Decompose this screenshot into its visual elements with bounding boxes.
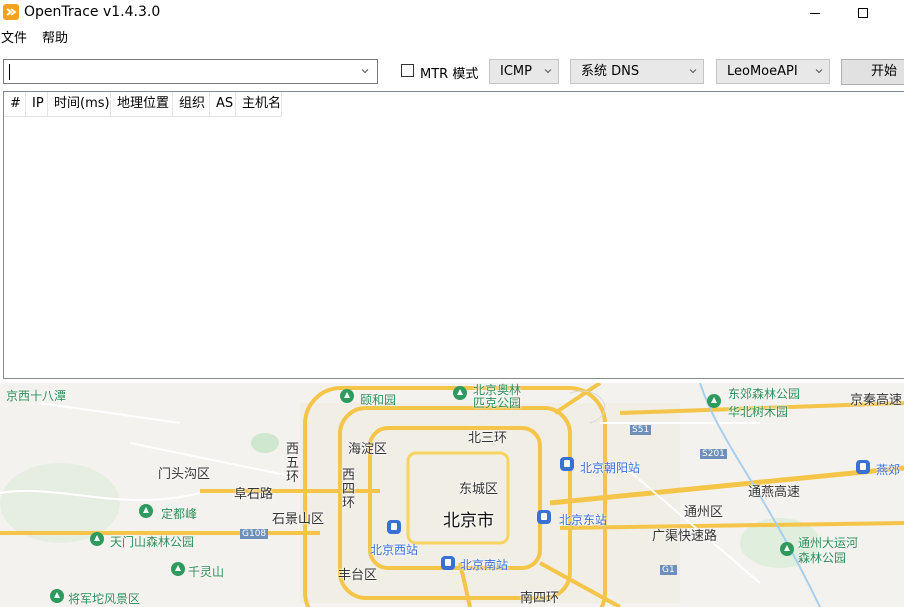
park-pin-icon[interactable]: [138, 503, 154, 521]
title-bar: OpenTrace v1.4.3.0: [0, 0, 904, 28]
map-label-north-third-ring: 北三环: [468, 431, 508, 446]
park-pin-icon[interactable]: [49, 588, 65, 606]
map-label-beijing-city: 北京市: [443, 511, 494, 531]
park-pin-icon[interactable]: [452, 385, 468, 403]
map-label-tongzhou: 通州区: [684, 505, 724, 520]
map-label-dongjiao-park: 东郊森林公园: [728, 387, 801, 401]
mtr-mode-checkbox[interactable]: [401, 64, 414, 77]
chevron-down-icon: [689, 67, 697, 75]
map-label-qianlingshan: 千灵山: [188, 565, 225, 579]
map-label-west-fourth-ring: 西四环: [342, 468, 356, 511]
geo-api-select[interactable]: LeoMoeAPI: [716, 59, 830, 84]
map-label-fengtai: 丰台区: [338, 568, 378, 583]
map-label-s201: S201: [700, 449, 727, 459]
map-label-dongcheng: 东城区: [459, 482, 499, 497]
mtr-mode-label[interactable]: MTR 模式: [420, 63, 478, 82]
map-label-shijingshan: 石景山区: [272, 512, 325, 527]
map-label-yiheyuan: 颐和园: [360, 393, 397, 407]
station-pin-icon[interactable]: [536, 509, 552, 527]
map-label-mentougou: 门头沟区: [158, 467, 211, 482]
map-label-east-station: 北京东站: [559, 513, 608, 527]
park-pin-icon[interactable]: [706, 393, 722, 411]
park-pin-icon[interactable]: [89, 531, 105, 549]
map-label-haidian: 海淀区: [348, 442, 388, 457]
map-label-south-station: 北京南站: [460, 558, 509, 572]
window-title: OpenTrace v1.4.3.0: [24, 4, 161, 20]
column-header-as[interactable]: AS: [210, 92, 236, 117]
map-label-tongyan-expressway: 通燕高速: [748, 485, 801, 500]
column-header-location[interactable]: 地理位置: [111, 92, 173, 117]
map-label-g108: G108: [240, 529, 269, 539]
chevron-down-icon[interactable]: [361, 67, 369, 75]
minimize-icon: [810, 12, 820, 14]
dns-value: 系统 DNS: [581, 64, 640, 79]
column-header-hostname[interactable]: 主机名: [236, 92, 282, 117]
map-label-west-station: 北京西站: [370, 543, 419, 557]
map-label-yanjiao: 燕郊: [876, 463, 901, 477]
map-label-south-fourth-ring: 南四环: [520, 591, 560, 606]
table-header: # IP 时间(ms) 地理位置 组织 AS 主机名: [4, 92, 282, 117]
map-label-west-fifth-ring: 西五环: [286, 442, 300, 485]
park-pin-icon[interactable]: [339, 388, 355, 406]
map-label-olympic-park: 北京奥林匹克公园: [473, 383, 522, 410]
map-label-chaoyang-station: 北京朝阳站: [580, 461, 641, 475]
station-pin-icon[interactable]: [855, 459, 871, 477]
map-label-jiangjun-scenic: 将军坨风景区: [68, 592, 141, 606]
chevron-down-icon: [544, 67, 552, 75]
text-cursor: [9, 64, 10, 80]
menu-help[interactable]: 帮助: [41, 30, 68, 50]
map-label-dingdufeng: 定都峰: [161, 507, 198, 521]
minimize-button[interactable]: [792, 0, 838, 26]
map-label-fushi-road: 阜石路: [234, 487, 274, 502]
chevron-down-icon: [815, 67, 823, 75]
map-label-tianmenshan-park: 天门山森林公园: [110, 535, 195, 549]
column-header-hop[interactable]: #: [4, 92, 26, 117]
park-pin-icon[interactable]: [779, 541, 795, 559]
column-header-ip[interactable]: IP: [26, 92, 48, 117]
station-pin-icon[interactable]: [440, 555, 456, 573]
start-button[interactable]: 开始: [841, 59, 904, 85]
protocol-value: ICMP: [500, 64, 532, 79]
column-header-org[interactable]: 组织: [173, 92, 210, 117]
station-pin-icon[interactable]: [559, 456, 575, 474]
route-map[interactable]: 京西十八潭 颐和园 北京奥林匹克公园 东郊森林公园 华北树木园 京秦高速 海淀区…: [0, 383, 904, 607]
geo-api-value: LeoMoeAPI: [727, 64, 798, 79]
map-label-huabei-arboretum: 华北树木园: [728, 405, 789, 419]
column-header-time[interactable]: 时间(ms): [48, 92, 111, 117]
menu-bar: 文件 帮助: [0, 30, 82, 50]
target-input[interactable]: [3, 59, 378, 84]
app-logo-icon: [3, 4, 19, 20]
dns-select[interactable]: 系统 DNS: [570, 59, 704, 84]
map-label-s51: S51: [630, 425, 652, 435]
map-label-grand-canal-park: 通州大运河森林公园: [798, 536, 859, 565]
map-label-g1: G1: [660, 565, 677, 575]
map-label-jingqin-expressway: 京秦高速: [850, 393, 903, 408]
maximize-button[interactable]: [840, 0, 886, 26]
menu-file[interactable]: 文件: [0, 30, 27, 50]
trace-results-table[interactable]: # IP 时间(ms) 地理位置 组织 AS 主机名: [3, 91, 904, 379]
station-pin-icon[interactable]: [386, 519, 402, 537]
maximize-icon: [858, 8, 868, 18]
park-pin-icon[interactable]: [170, 561, 186, 579]
protocol-select[interactable]: ICMP: [489, 59, 559, 84]
map-label-jingxi: 京西十八潭: [6, 389, 67, 403]
map-label-guangqu-expressway: 广渠快速路: [652, 529, 718, 544]
